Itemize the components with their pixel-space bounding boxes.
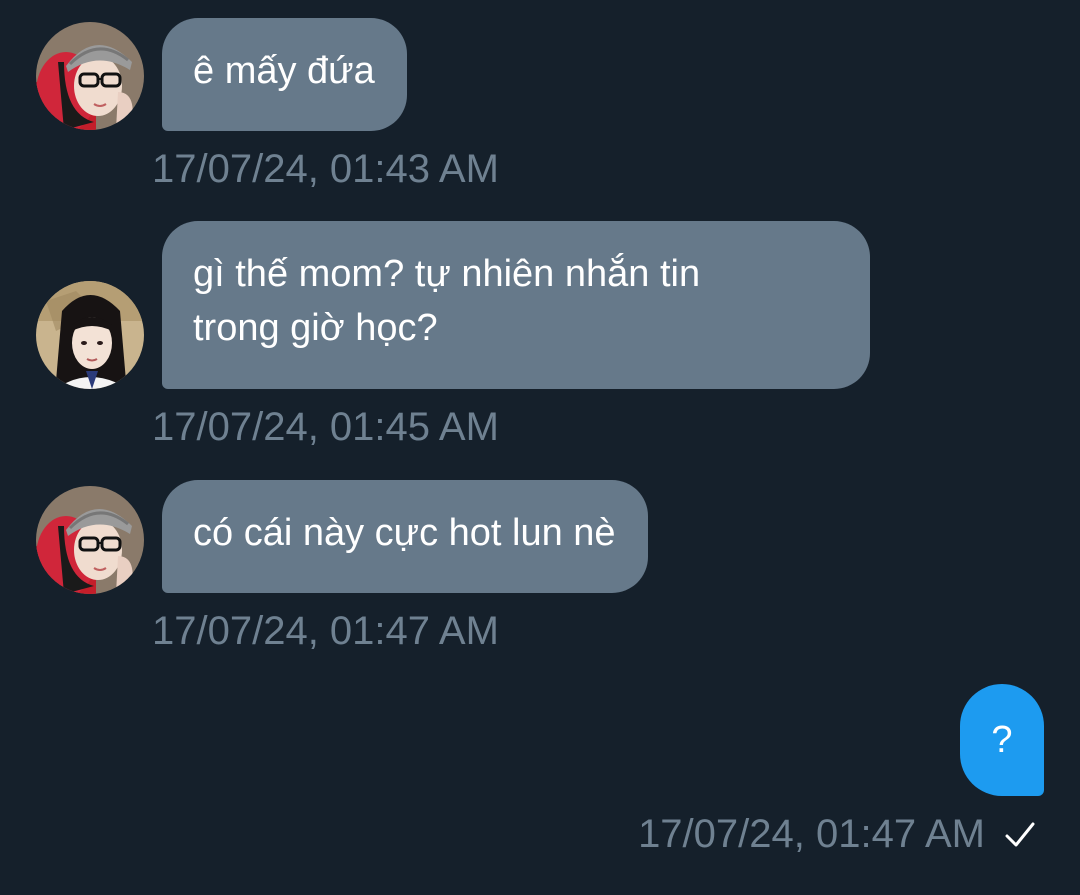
message-timestamp: 17/07/24, 01:47 AM bbox=[638, 812, 985, 856]
message-bubble[interactable]: ê mấy đứa bbox=[162, 18, 407, 131]
avatar-girl-beanie-glasses-icon bbox=[36, 22, 144, 130]
avatar-girl-beanie-glasses-icon bbox=[36, 486, 144, 594]
avatar-girl-long-hair-icon bbox=[36, 281, 144, 389]
check-icon bbox=[1005, 822, 1035, 847]
message-bubble[interactable]: có cái này cực hot lun nè bbox=[162, 480, 648, 593]
message-timestamp: 17/07/24, 01:43 AM bbox=[152, 147, 499, 191]
message-timestamp: 17/07/24, 01:47 AM bbox=[152, 609, 499, 653]
avatar[interactable] bbox=[36, 486, 144, 594]
avatar[interactable] bbox=[36, 281, 144, 389]
message-timestamp: 17/07/24, 01:45 AM bbox=[152, 405, 499, 449]
message-bubble[interactable]: gì thế mom? tự nhiên nhắn tin trong giờ … bbox=[162, 221, 870, 389]
avatar[interactable] bbox=[36, 22, 144, 130]
outgoing-message-bubble[interactable]: ? bbox=[960, 684, 1044, 796]
